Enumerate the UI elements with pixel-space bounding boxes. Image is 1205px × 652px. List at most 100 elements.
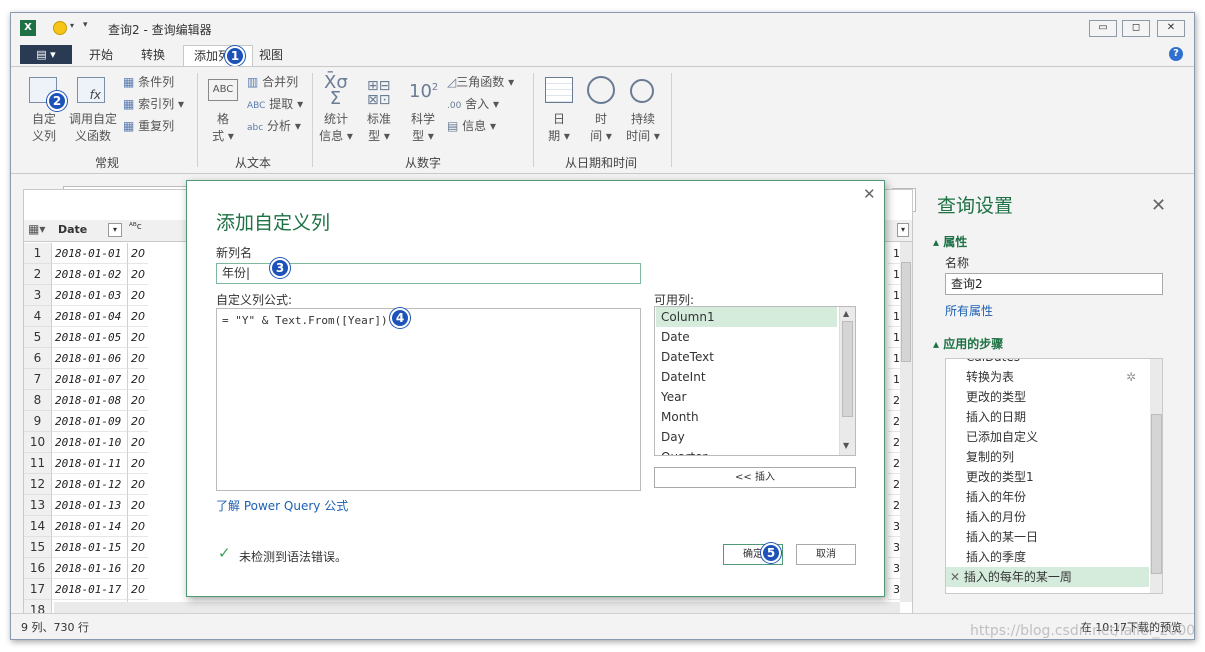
scientific-button[interactable]: 科学 型 ▾: [405, 111, 441, 145]
applied-step-item[interactable]: 复制的列: [966, 447, 1014, 467]
table-cell[interactable]: 20: [128, 495, 148, 516]
row-number[interactable]: 15: [24, 537, 52, 558]
table-cell[interactable]: 2: [888, 432, 900, 453]
row-number[interactable]: 4: [24, 306, 52, 327]
column-filter-icon[interactable]: ▾: [108, 223, 122, 237]
date-cell[interactable]: 2018-01-11: [52, 453, 128, 474]
tab-home[interactable]: 开始: [89, 45, 113, 66]
table-cell[interactable]: 20: [128, 516, 148, 537]
table-cell[interactable]: 20: [128, 453, 148, 474]
properties-section-header[interactable]: ▴ 属性: [933, 233, 967, 250]
table-cell[interactable]: 20: [128, 369, 148, 390]
applied-step-item[interactable]: 插入的日期: [966, 407, 1026, 427]
table-cell[interactable]: 20: [128, 432, 148, 453]
table-cell[interactable]: 1: [888, 327, 900, 348]
date-cell[interactable]: 2018-01-10: [52, 432, 128, 453]
table-cell[interactable]: 20: [128, 558, 148, 579]
rounding-button[interactable]: .00 舍入 ▾: [447, 97, 499, 113]
date-cell[interactable]: 2018-01-05: [52, 327, 128, 348]
table-cell[interactable]: 1: [888, 243, 900, 264]
scroll-down-icon[interactable]: ▼: [843, 441, 849, 450]
duplicate-column-button[interactable]: ▦ 重复列: [123, 119, 174, 133]
scroll-thumb[interactable]: [901, 262, 911, 362]
date-cell[interactable]: 2018-01-08: [52, 390, 128, 411]
applied-step-item[interactable]: 转换为表 ✲: [966, 367, 1136, 387]
row-number[interactable]: 5: [24, 327, 52, 348]
date-cell[interactable]: 2018-01-15: [52, 537, 128, 558]
applied-steps-header[interactable]: ▴ 应用的步骤: [933, 335, 1003, 352]
table-cell[interactable]: 2: [888, 390, 900, 411]
applied-step-item[interactable]: CalDates: [966, 359, 1020, 367]
applied-step-item[interactable]: 插入的年份: [966, 487, 1026, 507]
parse-button[interactable]: abc 分析 ▾: [247, 119, 301, 135]
date-cell[interactable]: 2018-01-04: [52, 306, 128, 327]
minimize-button[interactable]: ▭: [1089, 20, 1117, 37]
table-cell[interactable]: 20: [128, 243, 148, 264]
maximize-button[interactable]: ◻: [1122, 20, 1150, 37]
standard-button[interactable]: 标准 型 ▾: [361, 111, 397, 145]
conditional-column-button[interactable]: ▦ 条件列: [123, 75, 174, 89]
step-settings-icon[interactable]: ✲: [1126, 367, 1136, 387]
date-cell[interactable]: 2018-01-12: [52, 474, 128, 495]
all-properties-link[interactable]: 所有属性: [945, 302, 993, 319]
close-window-button[interactable]: ✕: [1157, 20, 1185, 37]
column-filter-icon[interactable]: ▾: [897, 223, 909, 237]
steps-scrollbar[interactable]: [1150, 359, 1162, 593]
dialog-close-icon[interactable]: ✕: [863, 185, 876, 203]
table-cell[interactable]: 2: [888, 474, 900, 495]
row-number[interactable]: 8: [24, 390, 52, 411]
vertical-scrollbar[interactable]: [900, 242, 912, 602]
row-number[interactable]: 2: [24, 264, 52, 285]
date-cell[interactable]: 2018-01-09: [52, 411, 128, 432]
date-cell[interactable]: 2018-01-03: [52, 285, 128, 306]
table-cell[interactable]: 20: [128, 579, 148, 600]
row-number[interactable]: 9: [24, 411, 52, 432]
column-type-icon[interactable]: ᴬᴮc: [129, 222, 142, 232]
statistics-button[interactable]: 统计 信息 ▾: [318, 111, 354, 145]
table-cell[interactable]: 3: [888, 558, 900, 579]
row-number[interactable]: 17: [24, 579, 52, 600]
date-cell[interactable]: 2018-01-02: [52, 264, 128, 285]
table-cell[interactable]: 20: [128, 306, 148, 327]
available-column-item[interactable]: Quarter: [656, 447, 837, 455]
row-number[interactable]: 6: [24, 348, 52, 369]
date-cell[interactable]: 2018-01-17: [52, 579, 128, 600]
table-cell[interactable]: 20: [128, 285, 148, 306]
tab-transform[interactable]: 转换: [141, 45, 165, 66]
applied-step-item[interactable]: 插入的某一日: [966, 527, 1038, 547]
duration-button[interactable]: 持续 时间 ▾: [621, 111, 665, 145]
available-column-item[interactable]: Date: [656, 327, 837, 347]
file-menu-button[interactable]: ▤ ▾: [20, 45, 72, 64]
table-cell[interactable]: 1: [888, 369, 900, 390]
tab-view[interactable]: 视图: [259, 45, 283, 66]
available-column-item[interactable]: DateText: [656, 347, 837, 367]
row-number[interactable]: 7: [24, 369, 52, 390]
available-scroll-thumb[interactable]: [842, 321, 853, 417]
query-name-input[interactable]: 查询2: [945, 273, 1163, 295]
table-cell[interactable]: 1: [888, 306, 900, 327]
table-cell[interactable]: 2: [888, 453, 900, 474]
close-settings-icon[interactable]: ✕: [1151, 195, 1166, 216]
format-button[interactable]: 格 式 ▾: [207, 111, 239, 145]
extract-button[interactable]: ABC 提取 ▾: [247, 97, 303, 113]
date-cell[interactable]: 2018-01-16: [52, 558, 128, 579]
date-cell[interactable]: 2018-01-07: [52, 369, 128, 390]
available-column-item[interactable]: Column1: [656, 307, 837, 327]
smiley-icon[interactable]: [53, 21, 67, 35]
steps-scroll-thumb[interactable]: [1151, 414, 1162, 574]
custom-column-button[interactable]: 自定 义列: [27, 111, 61, 145]
table-cell[interactable]: 20: [128, 348, 148, 369]
available-column-item[interactable]: Month: [656, 407, 837, 427]
table-cell[interactable]: 1: [888, 285, 900, 306]
smiley-dropdown-icon[interactable]: ▾: [70, 21, 74, 30]
table-cell[interactable]: 2: [888, 495, 900, 516]
applied-step-item[interactable]: 插入的月份: [966, 507, 1026, 527]
applied-step-item[interactable]: 已添加自定义: [966, 427, 1038, 447]
table-cell[interactable]: 3: [888, 537, 900, 558]
table-cell[interactable]: 20: [128, 411, 148, 432]
table-cell[interactable]: 20: [128, 264, 148, 285]
row-number[interactable]: 1: [24, 243, 52, 264]
table-cell[interactable]: 3: [888, 516, 900, 537]
scroll-up-icon[interactable]: ▲: [843, 309, 849, 318]
help-icon[interactable]: ?: [1169, 47, 1183, 61]
